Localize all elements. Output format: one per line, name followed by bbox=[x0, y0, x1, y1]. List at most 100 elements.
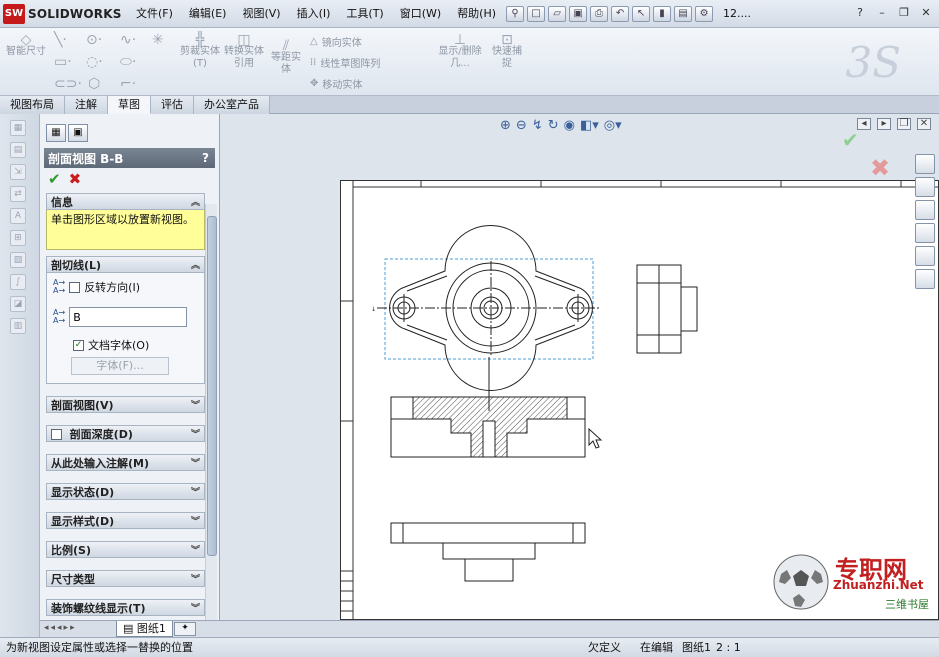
section-label-input[interactable] bbox=[69, 307, 188, 327]
pm-scroll-thumb[interactable] bbox=[207, 216, 217, 556]
mirror-entities-button[interactable]: △ 镜向实体 bbox=[310, 34, 362, 49]
alternate-position-icon[interactable]: ▥ bbox=[10, 318, 26, 334]
hide-show-icon[interactable]: ◎▾ bbox=[604, 118, 622, 133]
move-entities-button[interactable]: ✥ 移动实体 bbox=[310, 76, 362, 91]
menu-edit[interactable]: 编辑(E) bbox=[181, 0, 235, 28]
menu-insert[interactable]: 插入(I) bbox=[289, 0, 339, 28]
zoom-to-fit-icon[interactable]: ⊕ bbox=[500, 118, 511, 133]
display-state-group-header[interactable]: 显示状态(D) ︾ bbox=[46, 483, 205, 500]
smart-dimension-button[interactable]: ◇ 智能尺寸 bbox=[6, 33, 46, 58]
trim-entities-button[interactable]: ╬ 剪裁实体(T) bbox=[180, 33, 220, 70]
standard-3-view-icon[interactable]: ▦ bbox=[10, 120, 26, 136]
cancel-x-icon[interactable]: ✖ bbox=[69, 170, 82, 188]
rebuild-icon[interactable]: ↻ bbox=[548, 118, 559, 133]
circle-icon[interactable]: ⊙· bbox=[86, 32, 102, 48]
menu-view[interactable]: 视图(V) bbox=[234, 0, 288, 28]
slot-icon[interactable]: ⊂⊃· bbox=[54, 76, 82, 92]
tab-sketch[interactable]: 草图 bbox=[108, 96, 151, 114]
spline-icon[interactable]: ∿· bbox=[120, 32, 136, 48]
confirm-ok-icon[interactable]: ✔ bbox=[842, 128, 859, 152]
save-icon[interactable]: ▣ bbox=[569, 5, 588, 22]
model-view-icon[interactable]: ▤ bbox=[10, 142, 26, 158]
tab-view-layout[interactable]: 视图布局 bbox=[0, 96, 65, 114]
doc-font-checkbox[interactable]: ✓ bbox=[73, 339, 84, 351]
info-group-header[interactable]: 信息 ︽ bbox=[46, 193, 205, 210]
sketch-select-icon[interactable]: ↯ bbox=[532, 118, 543, 133]
select-icon[interactable]: ↖ bbox=[632, 5, 651, 22]
graphics-area[interactable]: ⊕ ⊖ ↯ ↻ ◉ ◧▾ ◎▾ ◂ ▸ ❐ ✕ ✔ ✖ ↓ 专职网 Zhuanz… bbox=[220, 114, 939, 621]
restore-window-icon[interactable]: ❐ bbox=[897, 118, 911, 130]
pm-scrollbar[interactable] bbox=[205, 204, 217, 624]
rebuild-icon[interactable]: ▮ bbox=[653, 5, 672, 22]
display-style-group-header[interactable]: 显示样式(D) ︾ bbox=[46, 512, 205, 529]
solidworks-logo[interactable]: SW SOLIDWORKS bbox=[3, 1, 128, 27]
break-icon[interactable]: ∫ bbox=[10, 274, 26, 290]
feature-manager-tab-icon[interactable]: ▦ bbox=[46, 124, 66, 142]
status-scale[interactable]: 2 : 1 bbox=[716, 638, 741, 657]
tile-left-icon[interactable]: ◂ bbox=[857, 118, 871, 130]
auxiliary-view-icon[interactable]: ⇄ bbox=[10, 186, 26, 202]
section-view[interactable] bbox=[390, 396, 586, 458]
home-icon[interactable] bbox=[915, 154, 935, 174]
convert-entities-button[interactable]: ◫ 转换实体引用 bbox=[224, 33, 264, 70]
tab-office-products[interactable]: 办公室产品 bbox=[194, 96, 270, 114]
crop-view-icon[interactable]: ◪ bbox=[10, 296, 26, 312]
detail-view-icon[interactable]: A bbox=[10, 208, 26, 224]
pin-icon[interactable]: ⚲ bbox=[506, 5, 525, 22]
close-icon[interactable]: ✕ bbox=[917, 4, 935, 20]
section-depth-checkbox[interactable] bbox=[51, 429, 62, 440]
custom-properties-icon[interactable] bbox=[915, 269, 935, 289]
design-library-icon[interactable] bbox=[915, 177, 935, 197]
section-view-group-header[interactable]: 剖面视图(V) ︾ bbox=[46, 396, 205, 413]
front-view[interactable] bbox=[390, 522, 586, 582]
import-annotations-group-header[interactable]: 从此处输入注解(M) ︾ bbox=[46, 454, 205, 471]
linear-pattern-button[interactable]: ⁞⁞ 线性草图阵列 bbox=[310, 55, 380, 70]
add-sheet-icon[interactable]: ✦ bbox=[174, 622, 196, 636]
print-icon[interactable]: ⎙ bbox=[590, 5, 609, 22]
broken-out-section-icon[interactable]: ▧ bbox=[10, 252, 26, 268]
options-icon[interactable]: ⚙ bbox=[695, 5, 714, 22]
help-icon[interactable]: ? bbox=[851, 4, 869, 20]
sheet-tab-1[interactable]: ▤ 图纸1 bbox=[116, 621, 173, 637]
open-icon[interactable]: ▱ bbox=[548, 5, 567, 22]
display-style-icon[interactable]: ◧▾ bbox=[580, 118, 599, 133]
point-icon[interactable]: ✳ bbox=[152, 32, 164, 48]
tab-annotation[interactable]: 注解 bbox=[65, 96, 108, 114]
tile-right-icon[interactable]: ▸ bbox=[877, 118, 891, 130]
polygon-icon[interactable]: ⬡ bbox=[88, 76, 100, 92]
menu-tools[interactable]: 工具(T) bbox=[338, 0, 391, 28]
ok-check-icon[interactable]: ✔ bbox=[48, 170, 61, 188]
menu-window[interactable]: 窗口(W) bbox=[392, 0, 449, 28]
new-icon[interactable]: □ bbox=[527, 5, 546, 22]
arc-icon[interactable]: ◌· bbox=[86, 54, 103, 70]
cutline-group-header[interactable]: 剖切线(L) ︽ bbox=[46, 256, 205, 273]
display-delete-relations-button[interactable]: ⊥ 显示/删除几... bbox=[438, 33, 482, 70]
font-button[interactable]: 字体(F)... bbox=[71, 357, 169, 375]
dimension-type-group-header[interactable]: 尺寸类型 ︾ bbox=[46, 570, 205, 587]
side-view[interactable] bbox=[636, 264, 698, 354]
rectangle-icon[interactable]: ▭· bbox=[54, 54, 72, 70]
ellipse-icon[interactable]: ⬭· bbox=[120, 54, 136, 70]
tab-evaluate[interactable]: 评估 bbox=[151, 96, 194, 114]
confirm-cancel-icon[interactable]: ✖ bbox=[870, 154, 890, 182]
scale-group-header[interactable]: 比例(S) ︾ bbox=[46, 541, 205, 558]
view-palette-icon[interactable] bbox=[915, 223, 935, 243]
quick-snaps-button[interactable]: ⊡ 快速捕捉 bbox=[488, 33, 526, 70]
undo-icon[interactable]: ↶ bbox=[611, 5, 630, 22]
zoom-to-area-icon[interactable]: ⊖ bbox=[516, 118, 527, 133]
close-window-icon[interactable]: ✕ bbox=[917, 118, 931, 130]
fillet-icon[interactable]: ⌐· bbox=[120, 76, 136, 92]
sheet-nav-arrows-icon[interactable]: ◂◂◂▸▸ bbox=[44, 623, 77, 633]
reverse-direction-checkbox[interactable] bbox=[69, 281, 81, 293]
offset-entities-button[interactable]: ⫽ 等距实体 bbox=[268, 39, 304, 76]
projected-view-icon[interactable]: ⇲ bbox=[10, 164, 26, 180]
file-explorer-icon[interactable] bbox=[915, 200, 935, 220]
line-icon[interactable]: ╲· bbox=[54, 32, 67, 48]
display-mode-icon[interactable]: ◉ bbox=[564, 118, 575, 133]
property-manager-tab-icon[interactable]: ▣ bbox=[68, 124, 88, 142]
menu-file[interactable]: 文件(F) bbox=[128, 0, 181, 28]
section-view-icon[interactable]: ⊞ bbox=[10, 230, 26, 246]
restore-icon[interactable]: ❐ bbox=[895, 4, 913, 20]
menu-help[interactable]: 帮助(H) bbox=[449, 0, 504, 28]
cosmetic-thread-group-header[interactable]: 装饰螺纹线显示(T) ︾ bbox=[46, 599, 205, 616]
